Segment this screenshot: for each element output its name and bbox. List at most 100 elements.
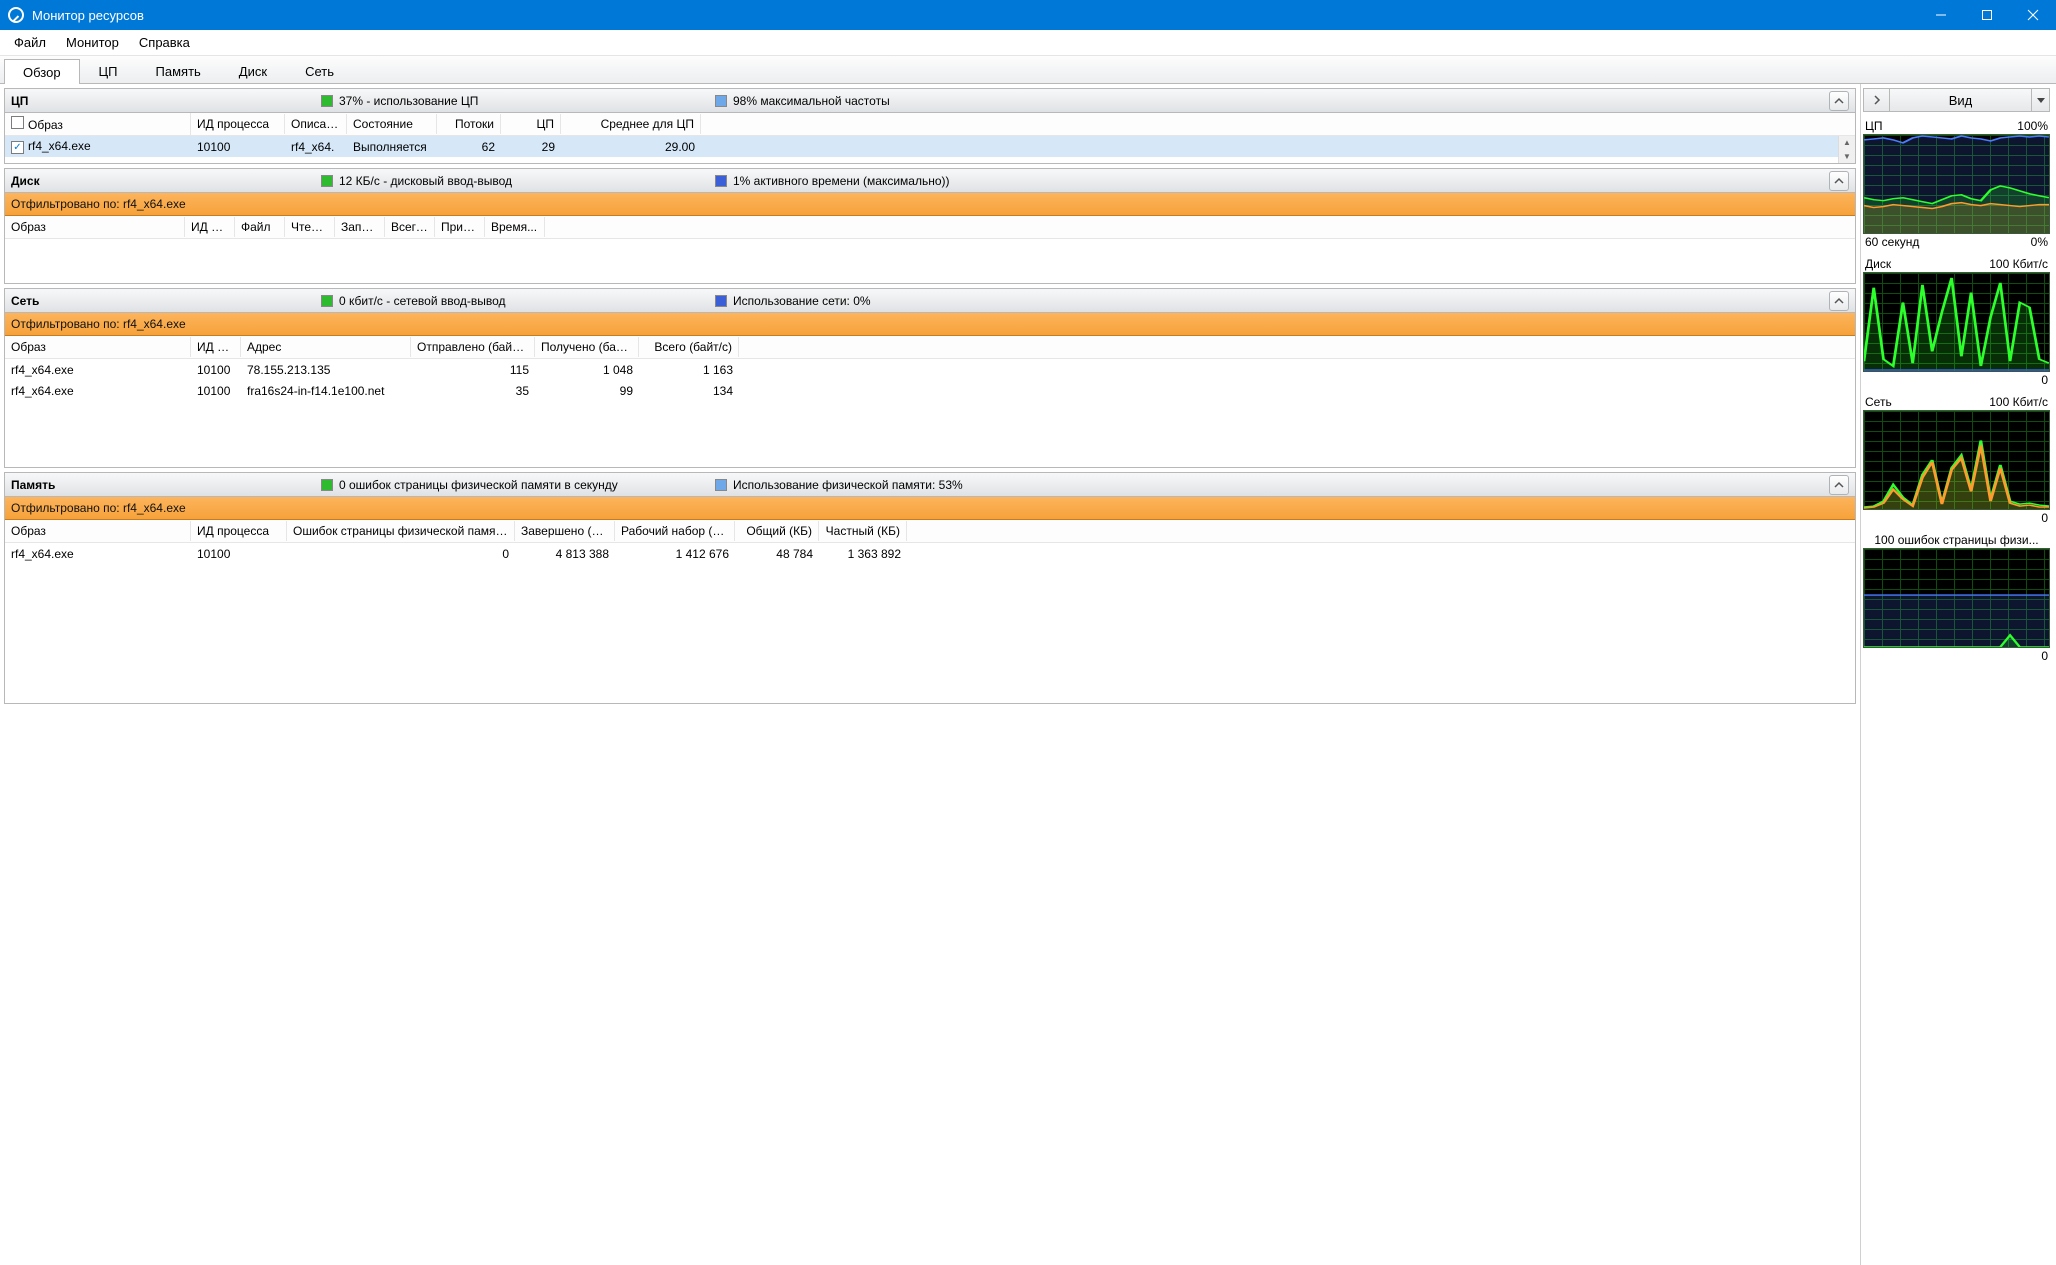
table-row[interactable]: rf4_x64.exe 10100 rf4_x64. Выполняется 6… [5, 136, 1855, 157]
collapse-button[interactable] [1829, 475, 1849, 495]
graph-title: Диск [1865, 257, 1891, 271]
filter-bar: Отфильтровано по: rf4_x64.exe [5, 497, 1855, 520]
section-memory: Память 0 ошибок страницы физической памя… [4, 472, 1856, 704]
col[interactable]: Образ [5, 521, 191, 541]
filter-bar: Отфильтровано по: rf4_x64.exe [5, 193, 1855, 216]
legend-swatch-icon [715, 175, 727, 187]
legend-swatch-icon [321, 295, 333, 307]
col[interactable]: ИД пр... [191, 337, 241, 357]
main-panel: ЦП 37% - использование ЦП 98% максимальн… [0, 84, 1860, 1265]
legend-text: 1% активного времени (максимально)) [733, 174, 950, 188]
menu-file[interactable]: Файл [4, 31, 56, 54]
col[interactable]: Отправлено (байт/с) [411, 337, 535, 357]
legend-swatch-icon [321, 175, 333, 187]
col[interactable]: ИД пр... [185, 217, 235, 237]
table-row[interactable]: rf4_x64.exe 10100 fra16s24-in-f14.1e100.… [5, 380, 1855, 401]
col-threads[interactable]: Потоки [437, 114, 501, 134]
col[interactable]: Ошибок страницы физической памяти/сек [287, 521, 515, 541]
col-avg[interactable]: Среднее для ЦП [561, 114, 701, 134]
graph-foot: 0 [2041, 649, 2048, 663]
legend-swatch-icon [321, 479, 333, 491]
column-headers: Образ ИД процесса Ошибок страницы физиче… [5, 520, 1855, 543]
legend-text: Использование физической памяти: 53% [733, 478, 963, 492]
graph-canvas [1863, 272, 2050, 372]
col[interactable]: Рабочий набор (КБ) [615, 521, 735, 541]
col[interactable]: Образ [5, 217, 185, 237]
sidebar-graph-disk: Диск100 Кбит/с 0 [1863, 256, 2050, 388]
legend-swatch-icon [715, 95, 727, 107]
maximize-button[interactable] [1964, 0, 2010, 30]
section-header-network[interactable]: Сеть 0 кбит/с - сетевой ввод-вывод Испол… [5, 289, 1855, 313]
section-header-memory[interactable]: Память 0 ошибок страницы физической памя… [5, 473, 1855, 497]
legend-text: 37% - использование ЦП [339, 94, 478, 108]
graph-scale: 100% [2017, 119, 2048, 133]
sidebar-graph-cpu: ЦП100% 60 секунд0% [1863, 118, 2050, 250]
section-title: Диск [11, 174, 321, 188]
legend-text: 98% максимальной частоты [733, 94, 890, 108]
col[interactable]: Время... [485, 217, 545, 237]
collapse-button[interactable] [1829, 91, 1849, 111]
col-state[interactable]: Состояние [347, 114, 437, 134]
view-label: Вид [1890, 93, 2031, 108]
section-title: ЦП [11, 94, 321, 108]
sidebar-header: Вид [1863, 88, 2050, 112]
menu-help[interactable]: Справка [129, 31, 200, 54]
col[interactable]: Запис... [335, 217, 385, 237]
col[interactable]: ИД процесса [191, 521, 287, 541]
sidebar-graph-memory: 100 ошибок страницы физи... 0 [1863, 532, 2050, 664]
sidebar: Вид ЦП100% 60 секунд0% Диск100 Кбит/с 0 … [1860, 84, 2056, 1265]
minimize-button[interactable] [1918, 0, 1964, 30]
close-button[interactable] [2010, 0, 2056, 30]
window-title: Монитор ресурсов [32, 8, 1918, 23]
graph-foot: 60 секунд [1865, 235, 1919, 249]
section-disk: Диск 12 КБ/с - дисковый ввод-вывод 1% ак… [4, 168, 1856, 284]
col[interactable]: Общий (КБ) [735, 521, 819, 541]
col[interactable]: Завершено (КБ) [515, 521, 615, 541]
tab-overview[interactable]: Обзор [4, 59, 80, 84]
section-network: Сеть 0 кбит/с - сетевой ввод-вывод Испол… [4, 288, 1856, 468]
scrollbar[interactable]: ▲▼ [1838, 136, 1855, 163]
graph-foot: 0 [2041, 373, 2048, 387]
graph-foot: 0 [2041, 511, 2048, 525]
collapse-sidebar-button[interactable] [1864, 89, 1890, 111]
column-headers: Образ ИД процесса Описание Состояние Пот… [5, 113, 1855, 136]
col[interactable]: Адрес [241, 337, 411, 357]
col[interactable]: Файл [235, 217, 285, 237]
legend-swatch-icon [715, 479, 727, 491]
collapse-button[interactable] [1829, 171, 1849, 191]
col[interactable]: Всего (байт/с) [639, 337, 739, 357]
tab-memory[interactable]: Память [137, 58, 220, 83]
col[interactable]: Всего ... [385, 217, 435, 237]
collapse-button[interactable] [1829, 291, 1849, 311]
column-headers: Образ ИД пр... Адрес Отправлено (байт/с)… [5, 336, 1855, 359]
tab-network[interactable]: Сеть [286, 58, 353, 83]
col[interactable]: Получено (байт/с) [535, 337, 639, 357]
graph-canvas [1863, 134, 2050, 234]
col-desc[interactable]: Описание [285, 114, 347, 134]
menubar: Файл Монитор Справка [0, 30, 2056, 56]
tab-disk[interactable]: Диск [220, 58, 286, 83]
view-dropdown-button[interactable] [2031, 89, 2049, 111]
col[interactable]: Чтени... [285, 217, 335, 237]
legend-text: 0 ошибок страницы физической памяти в се… [339, 478, 618, 492]
legend-swatch-icon [715, 295, 727, 307]
col-cpu[interactable]: ЦП [501, 114, 561, 134]
col[interactable]: Образ [5, 337, 191, 357]
checkbox-all[interactable] [11, 116, 24, 129]
col-pid[interactable]: ИД процесса [191, 114, 285, 134]
table-row[interactable]: rf4_x64.exe 10100 0 4 813 388 1 412 676 … [5, 543, 1855, 564]
column-headers: Образ ИД пр... Файл Чтени... Запис... Вс… [5, 216, 1855, 239]
section-header-cpu[interactable]: ЦП 37% - использование ЦП 98% максимальн… [5, 89, 1855, 113]
menu-monitor[interactable]: Монитор [56, 31, 129, 54]
table-row[interactable]: rf4_x64.exe 10100 78.155.213.135 115 1 0… [5, 359, 1855, 380]
col-image[interactable]: Образ [5, 113, 191, 135]
col[interactable]: Частный (КБ) [819, 521, 907, 541]
checkbox[interactable] [11, 141, 24, 154]
legend-swatch-icon [321, 95, 333, 107]
col[interactable]: Прио... [435, 217, 485, 237]
section-header-disk[interactable]: Диск 12 КБ/с - дисковый ввод-вывод 1% ак… [5, 169, 1855, 193]
tabbar: Обзор ЦП Память Диск Сеть [0, 56, 2056, 84]
graph-canvas [1863, 548, 2050, 648]
legend-text: Использование сети: 0% [733, 294, 871, 308]
tab-cpu[interactable]: ЦП [80, 58, 137, 83]
